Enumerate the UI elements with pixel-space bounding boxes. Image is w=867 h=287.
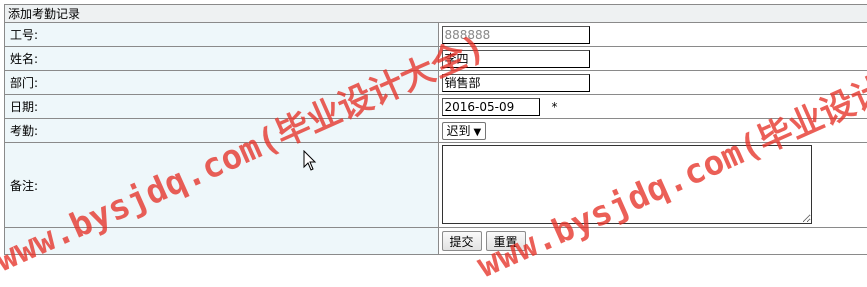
- date-input[interactable]: [442, 98, 540, 116]
- remark-textarea[interactable]: [442, 145, 812, 224]
- reset-button[interactable]: 重置: [486, 231, 526, 251]
- attendance-label: 考勤:: [5, 119, 439, 143]
- employee-id-row: 工号:: [5, 23, 867, 47]
- button-row-spacer: [5, 228, 439, 255]
- submit-button[interactable]: 提交: [442, 231, 482, 251]
- remark-label: 备注:: [5, 143, 439, 228]
- employee-id-input[interactable]: [442, 26, 590, 44]
- department-row: 部门:: [5, 71, 867, 95]
- attendance-select[interactable]: 迟到▼: [442, 122, 487, 140]
- employee-id-label: 工号:: [5, 23, 439, 47]
- department-label: 部门:: [5, 71, 439, 95]
- attendance-row: 考勤: 迟到▼: [5, 119, 867, 143]
- date-label: 日期:: [5, 95, 439, 119]
- name-row: 姓名:: [5, 47, 867, 71]
- attendance-form: 添加考勤记录 工号: 姓名: 部门: 日期: * 考勤: 迟到▼ 备注:: [4, 4, 867, 255]
- name-label: 姓名:: [5, 47, 439, 71]
- button-row: 提交重置: [5, 228, 867, 255]
- attendance-selected-value: 迟到: [447, 124, 471, 138]
- remark-row: 备注:: [5, 143, 867, 228]
- date-row: 日期: *: [5, 95, 867, 119]
- name-input[interactable]: [442, 50, 590, 68]
- form-title-row: 添加考勤记录: [5, 5, 867, 23]
- form-title: 添加考勤记录: [5, 5, 867, 23]
- dropdown-arrow-icon: ▼: [474, 127, 482, 138]
- department-input[interactable]: [442, 74, 590, 92]
- required-mark: *: [552, 100, 558, 114]
